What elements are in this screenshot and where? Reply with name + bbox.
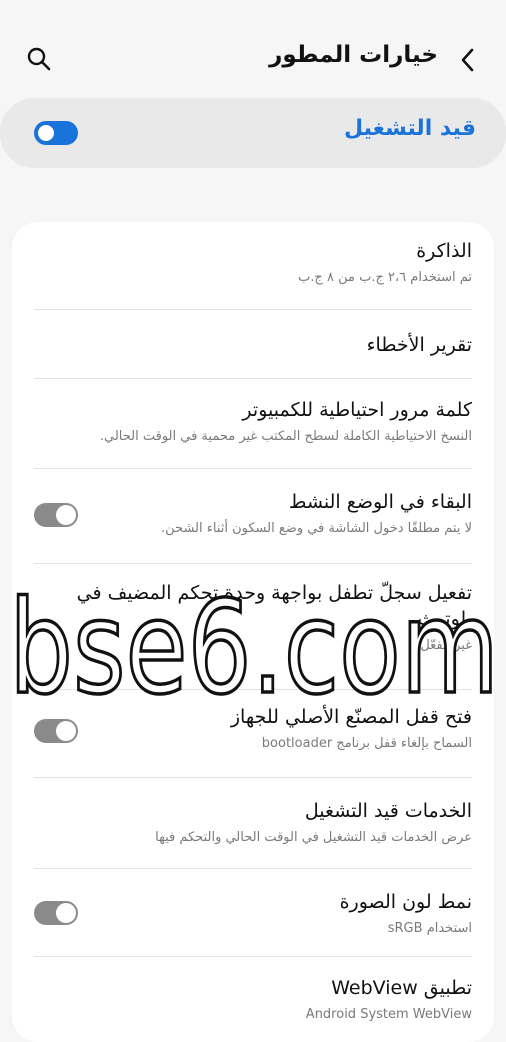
list-item-webview-implementation[interactable]: تطبيق WebView Android System WebView <box>12 957 494 1042</box>
watermark: bse6.com <box>7 572 501 720</box>
list-item-picture-color-mode[interactable]: نمط لون الصورة استخدام sRGB <box>12 869 494 957</box>
toggle-knob <box>56 903 76 923</box>
list-item-stay-awake[interactable]: البقاء في الوضع النشط لا يتم مطلقًا دخول… <box>12 469 494 564</box>
master-switch-label: قيد التشغيل <box>344 116 476 141</box>
item-subtitle: السماح بإلغاء قفل برنامج bootloader <box>261 736 472 751</box>
item-subtitle: استخدام sRGB <box>387 921 472 936</box>
item-title: البقاء في الوضع النشط <box>288 491 472 513</box>
list-item-running-services[interactable]: الخدمات قيد التشغيل عرض الخدمات قيد التش… <box>12 778 494 869</box>
item-subtitle: عرض الخدمات قيد التشغيل في الوقت الحالي … <box>155 830 472 845</box>
item-title: الخدمات قيد التشغيل <box>304 800 472 822</box>
item-title: الذاكرة <box>416 240 472 262</box>
item-subtitle: لا يتم مطلقًا دخول الشاشة في وضع السكون … <box>161 521 472 536</box>
item-title: تطبيق WebView <box>331 977 472 999</box>
item-subtitle: النسخ الاحتياطية الكاملة لسطح المكتب غير… <box>99 429 472 444</box>
item-subtitle: تم استخدام ٢،٦ ج.ب من ٨ ج.ب <box>298 270 472 285</box>
list-item-bug-report[interactable]: تقرير الأخطاء <box>12 310 494 379</box>
toggle-knob <box>56 721 76 741</box>
list-item-memory[interactable]: الذاكرة تم استخدام ٢،٦ ج.ب من ٨ ج.ب <box>12 222 494 310</box>
page-title: خيارات المطور <box>269 42 438 68</box>
list-item-desktop-backup-password[interactable]: كلمة مرور احتياطية للكمبيوتر النسخ الاحت… <box>12 379 494 469</box>
app-bar: خيارات المطور <box>0 0 506 110</box>
watermark-text: bse6.com <box>9 574 499 720</box>
master-switch-toggle[interactable] <box>34 121 78 145</box>
picture-color-mode-toggle[interactable] <box>34 901 78 925</box>
item-title: تقرير الأخطاء <box>366 334 472 356</box>
chevron-left-icon[interactable] <box>460 47 476 73</box>
toggle-knob <box>56 505 76 525</box>
item-title: نمط لون الصورة <box>339 891 472 913</box>
toggle-knob <box>36 123 56 143</box>
search-icon[interactable] <box>26 46 52 72</box>
oem-unlocking-toggle[interactable] <box>34 719 78 743</box>
stay-awake-toggle[interactable] <box>34 503 78 527</box>
item-subtitle: Android System WebView <box>305 1007 472 1022</box>
developer-options-master-switch-row[interactable]: قيد التشغيل <box>0 98 506 168</box>
item-title: كلمة مرور احتياطية للكمبيوتر <box>242 399 472 421</box>
